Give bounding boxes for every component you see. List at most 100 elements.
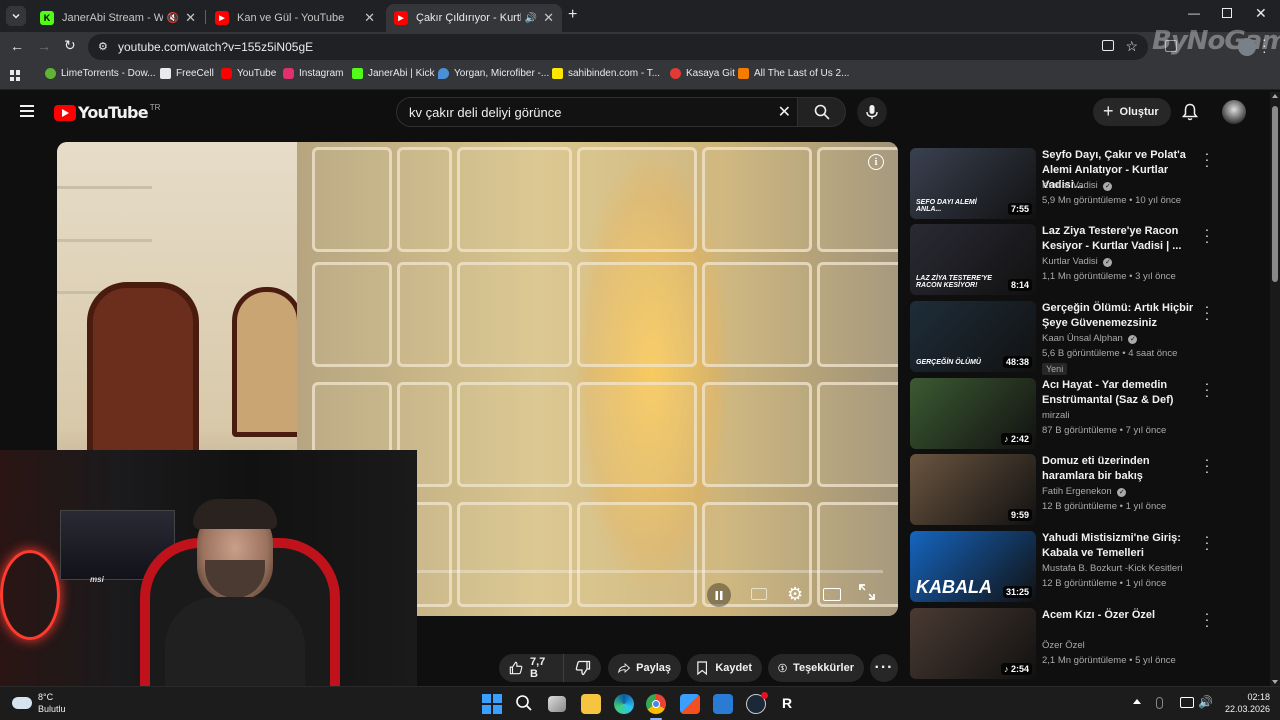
more-options-icon[interactable]: · · ·: [1202, 146, 1212, 172]
recommended-video[interactable]: ♪ 2:54 Acem Kızı - Özer Özel Özer Özel 2,1 …: [910, 606, 1230, 684]
browser-tab[interactable]: K JanerAbi Stream - Watch Li 🔇 ✕: [32, 4, 204, 32]
recommended-video[interactable]: 9:59 Domuz eti üzerinden haramlara bir ba…: [910, 452, 1230, 530]
video-thumbnail[interactable]: ♪ 2:42: [910, 378, 1036, 449]
bookmark-item[interactable]: YouTube: [221, 68, 276, 79]
save-button[interactable]: Kaydet: [687, 654, 762, 682]
ms-store-icon[interactable]: [680, 694, 700, 714]
video-title[interactable]: Domuz eti üzerinden haramlara bir bakış: [1042, 454, 1202, 484]
menu-kebab-icon[interactable]: · · ·: [1262, 32, 1267, 58]
more-options-icon[interactable]: · · ·: [1202, 299, 1212, 325]
recommended-video[interactable]: LAZ ZİYA TESTERE'YE RACON KESİYOR! 8:14 La…: [910, 222, 1230, 300]
windows-start-icon[interactable]: [482, 694, 502, 714]
new-tab-button[interactable]: +: [568, 6, 577, 24]
youtube-logo[interactable]: YouTube TR: [54, 103, 160, 122]
bookmark-item[interactable]: JanerAbi | Kick: [352, 68, 435, 79]
bookmark-item[interactable]: All The Last of Us 2...: [738, 68, 849, 79]
video-thumbnail[interactable]: SEFO DAYI ALEMİ ANLA... 7:55: [910, 148, 1036, 219]
channel-name[interactable]: Kurtlar Vadisi ✓: [1042, 256, 1113, 267]
channel-name[interactable]: Kaan Ünsal Alphan ✓: [1042, 333, 1138, 344]
maximize-button[interactable]: [1222, 8, 1232, 18]
recommended-video[interactable]: KABALA 31:25 Yahudi Mistisizmi'ne Giriş: K…: [910, 529, 1230, 607]
page-scrollbar[interactable]: [1270, 92, 1280, 686]
clock[interactable]: 02:18 22.03.2026: [1216, 691, 1270, 715]
bookmark-star-icon[interactable]: ☆: [1125, 38, 1138, 55]
install-app-icon[interactable]: [1102, 40, 1114, 51]
video-thumbnail[interactable]: LAZ ZİYA TESTERE'YE RACON KESİYOR! 8:14: [910, 224, 1036, 295]
weather-widget[interactable]: 8°C Bulutlu: [12, 691, 66, 715]
forward-button[interactable]: →: [37, 38, 51, 54]
muted-audio-icon[interactable]: 🔇: [167, 13, 179, 24]
browser-tab[interactable]: ▶ Kan ve Gül - YouTube ✕: [207, 4, 383, 32]
chrome-browser-icon[interactable]: [646, 694, 666, 714]
more-actions-button[interactable]: ···: [870, 654, 898, 682]
profile-avatar[interactable]: [1238, 38, 1256, 56]
taskbar-search-icon[interactable]: [515, 694, 535, 714]
address-bar[interactable]: ⚙ youtube.com/watch?v=155z5iN05gE ☆: [88, 34, 1148, 60]
settings-button[interactable]: ⚙: [787, 584, 803, 605]
tab-search-button[interactable]: [6, 6, 26, 26]
app-r-icon[interactable]: R: [782, 695, 792, 711]
app-icon[interactable]: [713, 694, 733, 714]
back-button[interactable]: ←: [10, 38, 24, 54]
video-title[interactable]: Acem Kızı - Özer Özel: [1042, 608, 1202, 623]
bookmark-item[interactable]: Yorgan, Microfiber -...: [438, 68, 549, 79]
browser-tab-active[interactable]: ▶ Çakır Çıldırıyor - Kurtlar Vad 🔊 ✕: [386, 4, 562, 32]
bookmark-item[interactable]: LimeTorrents - Dow...: [45, 68, 155, 79]
hamburger-menu-icon[interactable]: [20, 105, 34, 117]
close-tab-icon[interactable]: ✕: [543, 10, 554, 26]
progress-bar[interactable]: [417, 570, 883, 573]
channel-name[interactable]: Mustafa B. Bozkurt -Kick Kesitleri: [1042, 563, 1182, 574]
bookmark-item[interactable]: Kasaya Git: [670, 68, 735, 79]
channel-name[interactable]: mirzali: [1042, 410, 1069, 421]
volume-icon[interactable]: 🔊: [1198, 695, 1213, 709]
steam-icon[interactable]: [746, 692, 768, 714]
more-options-icon[interactable]: · · ·: [1202, 529, 1212, 555]
bookmark-item[interactable]: FreeCell: [160, 68, 214, 79]
bookmark-item[interactable]: Instagram: [283, 68, 343, 79]
dislike-button[interactable]: [563, 654, 601, 682]
video-thumbnail[interactable]: GERÇEĞİN ÖLÜMÜ 48:38: [910, 301, 1036, 372]
reload-button[interactable]: ↻: [64, 37, 76, 54]
notifications-button[interactable]: [1181, 103, 1199, 126]
more-options-icon[interactable]: · · ·: [1202, 222, 1212, 248]
show-hidden-icons-chevron[interactable]: [1133, 699, 1141, 704]
video-info-button[interactable]: i: [868, 154, 884, 170]
recommended-video[interactable]: GERÇEĞİN ÖLÜMÜ 48:38 Gerçeğin Ölümü: Artık…: [910, 299, 1230, 377]
video-title[interactable]: Acı Hayat - Yar demedin Enstrümantal (Sa…: [1042, 378, 1202, 408]
video-thumbnail[interactable]: KABALA 31:25: [910, 531, 1036, 602]
pause-button[interactable]: [707, 583, 731, 607]
theater-mode-button[interactable]: [823, 588, 841, 601]
audio-playing-icon[interactable]: 🔊: [525, 13, 537, 24]
thanks-button[interactable]: Teşekkürler: [768, 654, 864, 682]
create-button[interactable]: + Oluştur: [1093, 98, 1171, 126]
like-button[interactable]: 7,7 B: [499, 654, 563, 682]
video-thumbnail[interactable]: 9:59: [910, 454, 1036, 525]
recommended-video[interactable]: SEFO DAYI ALEMİ ANLA... 7:55 Seyfo Dayı, Ç…: [910, 146, 1230, 224]
channel-name[interactable]: Kurtlar Vadisi ✓: [1042, 180, 1113, 191]
search-button[interactable]: [798, 97, 846, 127]
scroll-up-arrow-icon[interactable]: [1272, 94, 1278, 98]
scroll-down-arrow-icon[interactable]: [1272, 680, 1278, 684]
close-tab-icon[interactable]: ✕: [185, 10, 196, 26]
network-icon[interactable]: [1180, 697, 1194, 708]
more-options-icon[interactable]: · · ·: [1202, 606, 1212, 632]
video-title[interactable]: Gerçeğin Ölümü: Artık Hiçbir Şeye Güvene…: [1042, 301, 1202, 331]
task-view-icon[interactable]: [548, 696, 566, 712]
search-input[interactable]: kv çakır deli deliyi görünce ✕: [396, 97, 798, 127]
site-info-icon[interactable]: ⚙: [98, 40, 108, 53]
minimize-button[interactable]: —: [1188, 6, 1200, 20]
close-tab-icon[interactable]: ✕: [364, 10, 375, 26]
video-title[interactable]: Yahudi Mistisizmi'ne Giriş: Kabala ve Te…: [1042, 531, 1202, 561]
file-explorer-icon[interactable]: [581, 694, 601, 714]
video-thumbnail[interactable]: ♪ 2:54: [910, 608, 1036, 679]
account-avatar[interactable]: [1222, 100, 1246, 124]
clear-search-icon[interactable]: ✕: [778, 102, 791, 122]
channel-name[interactable]: Fatih Ergenekon ✓: [1042, 486, 1127, 497]
more-options-icon[interactable]: · · ·: [1202, 452, 1212, 478]
fullscreen-button[interactable]: [859, 584, 875, 605]
scrollbar-thumb[interactable]: [1272, 106, 1278, 282]
close-window-button[interactable]: ✕: [1255, 5, 1267, 22]
recommended-video[interactable]: ♪ 2:42 Acı Hayat - Yar demedin Enstrümant…: [910, 376, 1230, 454]
channel-name[interactable]: Özer Özel: [1042, 640, 1085, 651]
edge-browser-icon[interactable]: [614, 694, 634, 714]
